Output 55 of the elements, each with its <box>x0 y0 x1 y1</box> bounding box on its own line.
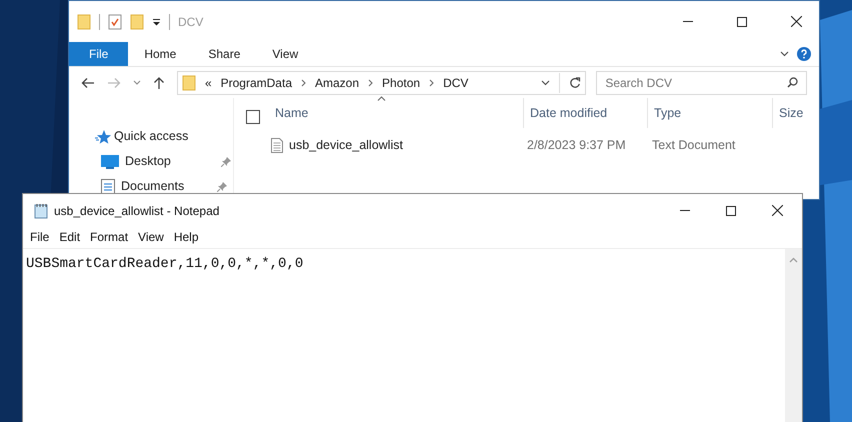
date-cell-text: 2/8/2023 9:37 PM <box>526 136 627 154</box>
menu-item[interactable]: Edit <box>54 228 86 246</box>
menu-item[interactable]: Format <box>85 228 134 246</box>
help-icon[interactable] <box>797 47 811 62</box>
ribbon-tab[interactable]: View <box>256 42 314 66</box>
sort-caret-icon <box>377 96 386 101</box>
scrollbar[interactable] <box>785 249 802 422</box>
window-title: usb_device_allowlist - Notepad <box>54 202 220 220</box>
breadcrumb[interactable]: ProgramData <box>220 74 292 92</box>
up-arrow-icon[interactable] <box>152 76 165 90</box>
maximize-icon[interactable] <box>726 206 736 216</box>
text-file-icon <box>271 138 283 152</box>
type-cell-text: Text Document <box>651 136 736 154</box>
properties-icon[interactable] <box>108 14 122 30</box>
pin-icon[interactable] <box>221 156 231 166</box>
text-editor[interactable]: USBSmartCardReader,11,0,0,*,*,0,0 <box>23 249 785 422</box>
ribbon-tab[interactable]: Share <box>192 42 256 66</box>
chevron-right-icon[interactable] <box>301 78 306 87</box>
menu-item[interactable]: Help <box>168 228 204 246</box>
chevron-down-icon[interactable] <box>541 80 550 86</box>
breadcrumb[interactable]: Photon <box>382 74 420 92</box>
close-icon[interactable] <box>772 205 782 216</box>
ribbon-tab[interactable]: File <box>69 42 128 66</box>
star-icon <box>95 128 111 144</box>
column-header[interactable]: Type <box>654 104 682 122</box>
overflow-chevron[interactable]: « <box>204 74 212 92</box>
desktop-icon <box>101 154 119 168</box>
folder-icon <box>182 74 196 91</box>
pin-icon[interactable] <box>217 182 227 192</box>
close-icon[interactable] <box>790 16 802 27</box>
back-arrow-icon[interactable] <box>81 76 95 89</box>
chevron-down-icon[interactable] <box>780 51 789 58</box>
nav-item[interactable]: Desktop <box>125 152 215 171</box>
nav-item[interactable]: Quick access <box>114 127 204 146</box>
column-header[interactable]: Size <box>779 104 804 122</box>
breadcrumb[interactable]: Amazon <box>315 74 360 92</box>
menu-item[interactable]: File <box>25 228 54 246</box>
column-header[interactable]: Date modified <box>530 104 608 122</box>
file-name[interactable]: usb_device_allowlist <box>289 136 403 154</box>
caret-icon[interactable] <box>152 18 161 26</box>
search-icon <box>787 76 798 88</box>
ribbon-tab[interactable]: Home <box>128 42 192 66</box>
search-field[interactable]: Search DCV <box>596 70 808 95</box>
maximize-icon[interactable] <box>737 16 747 26</box>
window-title: DCV <box>178 14 204 30</box>
refresh-icon[interactable] <box>569 76 582 89</box>
menu-item[interactable]: View <box>133 228 169 246</box>
notepad-icon <box>33 202 49 218</box>
chevron-right-icon[interactable] <box>368 78 374 87</box>
column-header[interactable]: Name <box>275 104 308 122</box>
nav-item[interactable]: Documents <box>121 177 211 196</box>
address-bar[interactable]: « ProgramData Amazon Photon DCV <box>176 70 586 95</box>
breadcrumb[interactable]: DCV <box>443 74 468 92</box>
chevron-right-icon[interactable] <box>429 78 434 87</box>
checkbox[interactable] <box>246 110 260 124</box>
